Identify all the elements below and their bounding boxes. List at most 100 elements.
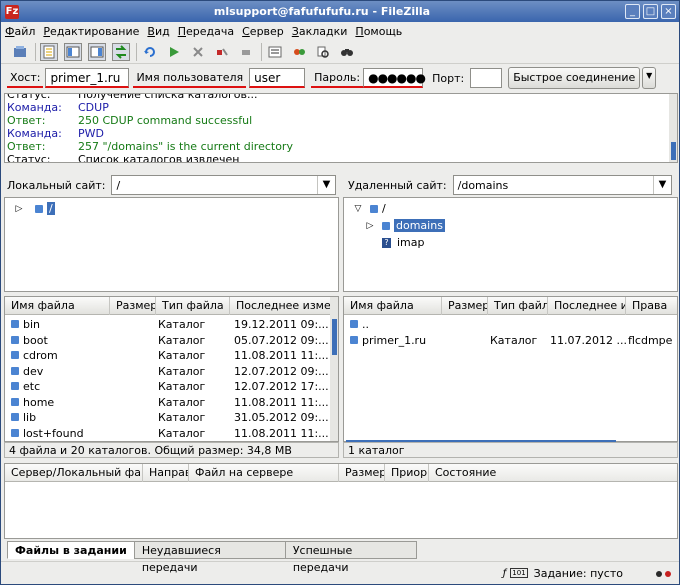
toolbar-separator xyxy=(261,42,262,61)
cell-type: Каталог xyxy=(158,318,206,331)
file-row[interactable]: lost+found Каталог 11.08.2011 11:... xyxy=(5,426,332,441)
local-path-combo[interactable]: / ▼ xyxy=(111,175,336,195)
file-row[interactable]: dev Каталог 12.07.2012 09:... xyxy=(5,364,332,379)
maximize-button[interactable]: □ xyxy=(643,4,658,19)
column-direction[interactable]: Направ xyxy=(143,464,189,482)
tree-item[interactable]: ▷ / xyxy=(5,200,338,217)
cell-type: Каталог xyxy=(158,364,206,378)
file-row[interactable]: cdrom Каталог 11.08.2011 11:... xyxy=(5,348,332,363)
column-size[interactable]: Размер xyxy=(442,297,488,315)
tab-queued-files[interactable]: Файлы в задании xyxy=(7,541,135,559)
log-row: Команда: PWD xyxy=(7,127,104,140)
column-modified[interactable]: Последнее изме xyxy=(230,297,338,315)
menu-server[interactable]: Сервер xyxy=(242,25,284,38)
column-type[interactable]: Тип файла xyxy=(488,297,548,315)
cell-modified: 11.07.2012 ... xyxy=(550,333,626,347)
column-status[interactable]: Состояние xyxy=(429,464,529,482)
toggle-sync-browsing-icon[interactable] xyxy=(290,43,308,61)
column-priority[interactable]: Приори xyxy=(385,464,429,482)
menu-view[interactable]: Вид xyxy=(147,25,169,38)
remote-tree: ▽ / ▷ domains ? imap xyxy=(343,197,678,292)
minimize-button[interactable]: _ xyxy=(625,4,640,19)
menu-edit[interactable]: Редактирование xyxy=(43,25,139,38)
local-site-bar: Локальный сайт: / ▼ xyxy=(7,172,336,198)
unknown-folder-icon: ? xyxy=(382,237,391,248)
expand-icon[interactable]: ▷ xyxy=(364,221,376,231)
local-tree: ▷ / xyxy=(4,197,339,292)
queue-header: Сервер/Локальный файл Направ Файл на сер… xyxy=(5,464,677,482)
cell-name: cdrom xyxy=(23,349,58,362)
menu-file[interactable]: Файл xyxy=(5,25,35,38)
host-input[interactable]: primer_1.ru xyxy=(45,68,130,88)
quickconnect-button[interactable]: Быстрое соединение xyxy=(508,67,641,89)
host-label: Хост: xyxy=(7,69,44,88)
process-queue-icon[interactable] xyxy=(165,43,183,61)
find-icon[interactable] xyxy=(338,43,356,61)
quickconnect-dropdown-button[interactable]: ▼ xyxy=(642,67,657,89)
refresh-icon[interactable] xyxy=(141,43,159,61)
tree-item-label: / xyxy=(47,202,55,215)
tab-successful-transfers[interactable]: Успешные передачи xyxy=(284,541,417,574)
chevron-down-icon[interactable]: ▼ xyxy=(653,176,671,194)
file-row[interactable]: etc Каталог 12.07.2012 17:... xyxy=(5,379,332,394)
password-input[interactable]: ●●●●●● xyxy=(363,68,426,88)
menu-help[interactable]: Помощь xyxy=(355,25,402,38)
file-row[interactable]: boot Каталог 05.07.2012 09:... xyxy=(5,333,332,348)
quickconnect-bar: Хост: primer_1.ru Имя пользователя user … xyxy=(1,65,679,91)
remote-path-combo[interactable]: /domains ▼ xyxy=(452,175,672,195)
file-row[interactable]: .. xyxy=(344,317,676,332)
column-modified[interactable]: Последнее из xyxy=(548,297,626,315)
menu-bookmarks[interactable]: Закладки xyxy=(292,25,348,38)
log-scrollbar-thumb[interactable] xyxy=(671,142,676,160)
toggle-remote-tree-icon[interactable] xyxy=(88,42,106,61)
column-size[interactable]: Размер xyxy=(110,297,156,315)
reconnect-icon[interactable] xyxy=(237,43,255,61)
file-row[interactable]: primer_1.ru Каталог 11.07.2012 ... flcdmpe … xyxy=(344,333,676,348)
file-row[interactable]: bin Каталог 19.12.2011 09:... xyxy=(5,317,332,332)
port-input[interactable] xyxy=(470,68,503,88)
menu-transfer[interactable]: Передача xyxy=(178,25,234,38)
column-permissions[interactable]: Права xyxy=(626,297,677,315)
search-remote-files-icon[interactable] xyxy=(314,43,332,61)
column-remote-file[interactable]: Файл на сервере xyxy=(189,464,339,482)
menu-bar: Файл Редактирование Вид Передача Сервер … xyxy=(1,22,679,40)
column-size[interactable]: Размер xyxy=(339,464,385,482)
disconnect-icon[interactable] xyxy=(213,43,231,61)
local-list-scrollbar-thumb[interactable] xyxy=(332,319,337,355)
log-row: Статус: Список каталогов извлечен xyxy=(5,153,677,162)
chevron-down-icon[interactable]: ▼ xyxy=(317,176,335,194)
expand-icon[interactable]: ▷ xyxy=(13,204,25,214)
username-input[interactable]: user xyxy=(249,68,306,88)
site-manager-icon[interactable] xyxy=(11,43,29,61)
file-row[interactable]: home Каталог 11.08.2011 11:... xyxy=(5,395,332,410)
toggle-queue-icon[interactable] xyxy=(112,42,130,61)
tree-item[interactable]: ▽ / xyxy=(344,200,677,217)
local-list-scrollbar[interactable] xyxy=(330,297,338,441)
column-type[interactable]: Тип файла xyxy=(156,297,230,315)
local-file-list: Имя файла Размер Тип файла Последнее изм… xyxy=(4,296,339,442)
tree-item-label: imap xyxy=(397,236,425,249)
collapse-icon[interactable]: ▽ xyxy=(352,204,364,214)
cell-modified: 05.07.2012 09:... xyxy=(234,333,329,347)
toggle-log-icon[interactable] xyxy=(40,42,58,61)
tree-item[interactable]: ? imap xyxy=(344,234,677,251)
cancel-icon[interactable] xyxy=(189,43,207,61)
tab-failed-transfers[interactable]: Неудавшиеся передачи xyxy=(133,541,286,574)
cell-modified: 31.05.2012 09:... xyxy=(234,411,329,424)
cell-name: lost+found xyxy=(23,426,84,440)
column-filename[interactable]: Имя файла xyxy=(5,297,110,315)
local-list-header: Имя файла Размер Тип файла Последнее изм… xyxy=(5,297,338,315)
tree-item[interactable]: ▷ domains xyxy=(344,217,677,234)
file-row[interactable]: lib Каталог 31.05.2012 09:... xyxy=(5,410,332,425)
column-server-local-file[interactable]: Сервер/Локальный файл xyxy=(5,464,143,482)
tree-item-label: domains xyxy=(394,219,445,232)
folder-icon xyxy=(35,204,43,213)
log-row: Ответ: 257 "/domains" is the current dire… xyxy=(7,140,293,153)
log-scrollbar[interactable] xyxy=(669,94,677,162)
toggle-local-tree-icon[interactable] xyxy=(64,42,82,61)
status-bar: ƒ 101 Задание: пусто xyxy=(1,561,679,584)
column-filename[interactable]: Имя файла xyxy=(344,297,442,315)
directory-listing-filters-icon[interactable] xyxy=(266,43,284,61)
cell-name: .. xyxy=(362,318,369,331)
close-button[interactable]: × xyxy=(661,4,676,19)
